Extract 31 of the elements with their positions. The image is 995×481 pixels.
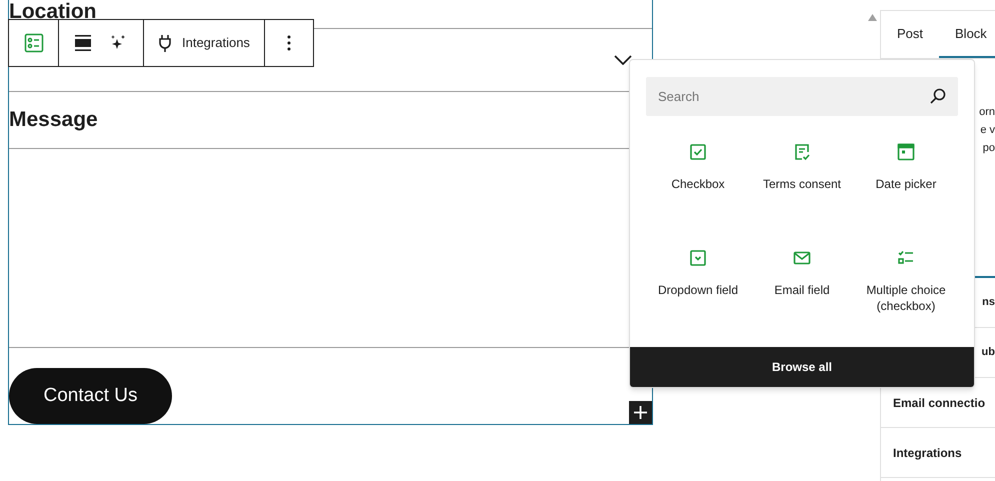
block-item[interactable]: Terms consent (750, 136, 854, 228)
align-icon (75, 35, 91, 51)
scroll-up-icon[interactable] (868, 14, 877, 21)
block-item[interactable]: Email field (750, 242, 854, 334)
block-item[interactable]: Dropdown field (646, 242, 750, 334)
document-check-icon (792, 142, 812, 162)
plug-icon (158, 34, 172, 52)
description-text: orn (979, 105, 995, 120)
panel-header[interactable]: Integrations (881, 428, 995, 478)
description-text: e v (980, 123, 995, 138)
calendar-icon (896, 142, 916, 162)
contact-us-button[interactable]: Contact Us (9, 368, 172, 424)
field-label: Message (9, 108, 98, 132)
add-block-button[interactable] (629, 401, 652, 424)
sidebar-tab[interactable]: Post (881, 11, 940, 58)
field-label: Location (9, 0, 96, 24)
checkbox-icon (688, 142, 708, 162)
browse-all-button[interactable]: Browse all (630, 347, 974, 387)
block-item[interactable]: Multiple choice (checkbox) (854, 242, 958, 334)
block-item[interactable]: Date picker (854, 136, 958, 228)
search-icon (930, 88, 946, 104)
integrations-button[interactable]: Integrations (144, 20, 265, 66)
dropdown-icon (688, 248, 708, 268)
block-item[interactable]: Checkbox (646, 136, 750, 228)
form-icon (24, 33, 44, 53)
more-vertical-icon (286, 35, 291, 51)
description-text: po (982, 141, 995, 156)
search-field[interactable]: Search (646, 77, 958, 116)
chevron-down-icon (614, 55, 632, 65)
plus-icon (634, 406, 647, 419)
align-button[interactable] (75, 35, 91, 51)
